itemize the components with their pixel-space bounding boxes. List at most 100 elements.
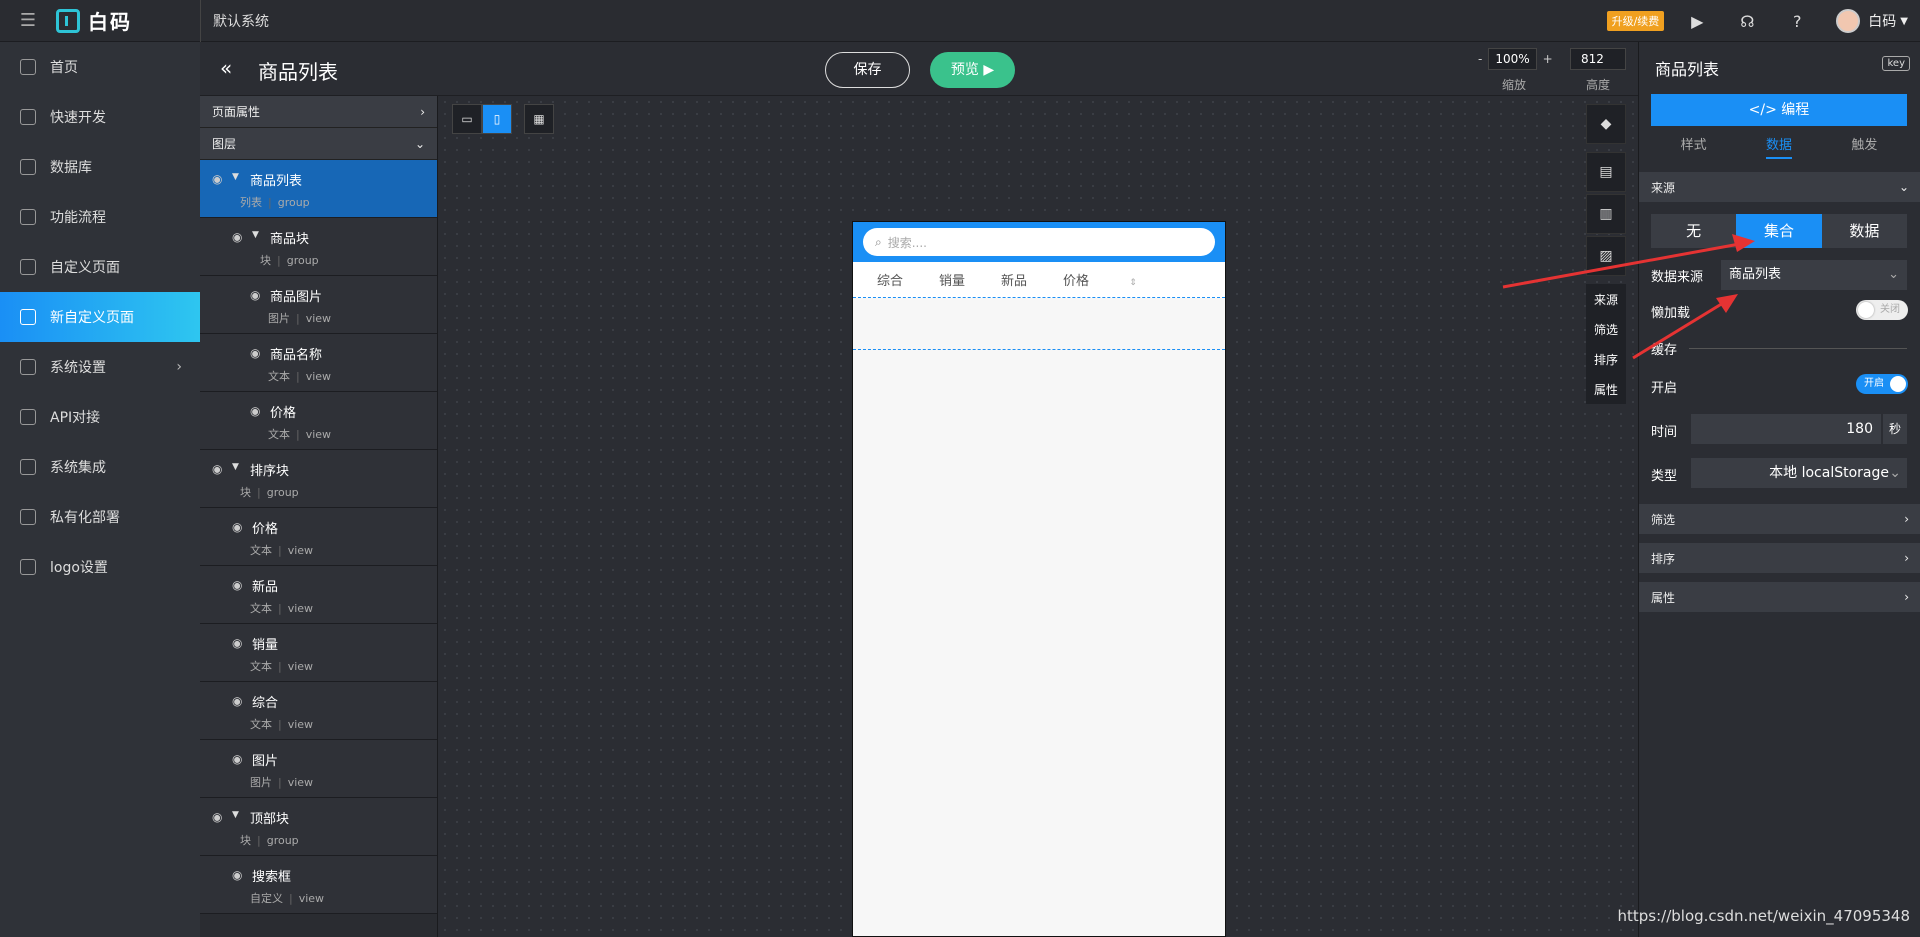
avatar[interactable] [1836, 9, 1861, 33]
eye-icon[interactable]: ◉ [232, 636, 242, 650]
clipboard-icon[interactable]: ▤ [1586, 152, 1626, 192]
filter-tool[interactable]: 筛选 [1586, 314, 1626, 344]
help-icon[interactable]: ? [1786, 10, 1808, 32]
eye-icon[interactable]: ◉ [232, 578, 242, 592]
segment-collection[interactable]: 集合 [1736, 214, 1822, 248]
eye-icon[interactable]: ◉ [232, 868, 242, 882]
layer-item[interactable]: ◉ ▼ 排序块块 | group [200, 450, 437, 508]
layout-icon[interactable]: ▥ [1586, 194, 1626, 234]
layers-header[interactable]: 图层 ⌄ [200, 128, 437, 160]
layer-item[interactable]: ◉ 综合 文本 | view [200, 682, 437, 740]
phone-top-block: ⌕ 搜索.... [853, 222, 1225, 262]
sidebar-item-custom-page[interactable]: 自定义页面 [0, 242, 200, 292]
expand-caret-icon[interactable]: ▼ [232, 462, 239, 472]
eye-icon[interactable]: ◉ [212, 810, 222, 824]
attr-section-header[interactable]: 属性 › [1639, 582, 1920, 612]
layer-item[interactable]: ◉ ▼ 顶部块块 | group [200, 798, 437, 856]
sidebar-item-api[interactable]: API对接 [0, 392, 200, 442]
menu-toggle-icon[interactable]: ☰ [0, 0, 56, 42]
sort-section-header[interactable]: 排序 › [1639, 543, 1920, 573]
source-tool[interactable]: 来源 [1586, 284, 1626, 314]
new-page-icon [20, 309, 36, 325]
eye-icon[interactable]: ◉ [232, 230, 242, 244]
eye-icon[interactable]: ◉ [250, 288, 260, 302]
layer-item[interactable]: ◉ 搜索框 自定义 | view [200, 856, 437, 914]
product-list-block[interactable] [853, 298, 1225, 350]
mobile-icon[interactable]: ▯ [482, 104, 512, 134]
layer-item[interactable]: ◉ ▼ 商品块块 | group [200, 218, 437, 276]
phone-preview[interactable]: ⌕ 搜索.... 综合 销量 新品 价格 ⇕ [852, 221, 1226, 937]
cache-enable-toggle[interactable]: 开启 [1856, 374, 1908, 394]
eye-icon[interactable]: ◉ [250, 404, 260, 418]
layer-item[interactable]: ◉ ▼ 商品列表 列表 | group [200, 160, 437, 218]
tab-trigger[interactable]: 触发 [1851, 134, 1877, 159]
preview-button[interactable]: 预览 ▶ [930, 52, 1015, 88]
image-icon[interactable]: ▨ [1586, 236, 1626, 276]
height-input[interactable]: 812 [1570, 48, 1626, 70]
expand-caret-icon[interactable]: ▼ [252, 230, 259, 240]
tab-data[interactable]: 数据 [1765, 134, 1792, 159]
sidebar-item-system-settings[interactable]: 系统设置 › [0, 342, 200, 392]
support-icon[interactable]: ☊ [1736, 10, 1758, 32]
sidebar-item-logo-settings[interactable]: logo设置 [0, 542, 200, 592]
layers-panel: 页面属性 › 图层 ⌄ ◉ ▼ 商品列表 列表 | group ◉ ▼ 商品块块 | group ◉ 商品图… [200, 96, 438, 937]
layer-item[interactable]: ◉ 价格 文本 | view [200, 392, 437, 450]
layer-item[interactable]: ◉ 图片 图片 | view [200, 740, 437, 798]
sidebar-item-private-deploy[interactable]: 私有化部署 [0, 492, 200, 542]
user-caret-icon[interactable]: ▼ [1900, 16, 1908, 27]
layer-item[interactable]: ◉ 商品图片 图片 | view [200, 276, 437, 334]
cache-time-input[interactable]: 180 [1691, 414, 1881, 444]
eye-icon[interactable]: ◉ [212, 172, 222, 186]
tab-style[interactable]: 样式 [1681, 134, 1707, 159]
datasource-select[interactable]: 商品列表 ⌄ [1721, 260, 1907, 290]
eye-icon[interactable]: ◉ [232, 520, 242, 534]
layer-item[interactable]: ◉ 价格 文本 | view [200, 508, 437, 566]
upgrade-button[interactable]: 升级/续费 [1606, 11, 1665, 31]
layer-kind: group [266, 486, 299, 499]
expand-caret-icon[interactable]: ▼ [232, 172, 239, 182]
eye-icon[interactable]: ◉ [212, 462, 222, 476]
sort-tool[interactable]: 排序 [1586, 344, 1626, 374]
system-name[interactable]: 默认系统 [213, 11, 269, 31]
eye-icon[interactable]: ◉ [232, 752, 242, 766]
layer-item[interactable]: ◉ 商品名称 文本 | view [200, 334, 437, 392]
zoom-value[interactable]: 100% [1488, 48, 1537, 70]
zoom-in-button[interactable]: + [1543, 52, 1553, 66]
page-props-header[interactable]: 页面属性 › [200, 96, 437, 128]
desktop-icon[interactable]: ▭ [452, 104, 482, 134]
sidebar-item-integration[interactable]: 系统集成 [0, 442, 200, 492]
user-name[interactable]: 白码 [1868, 11, 1896, 31]
tab-sales[interactable]: 销量 [939, 270, 965, 289]
sidebar-item-database[interactable]: 数据库 [0, 142, 200, 192]
expand-caret-icon[interactable]: ▼ [232, 810, 239, 820]
grid-icon[interactable]: ▦ [524, 104, 554, 134]
save-button[interactable]: 保存 [825, 52, 910, 88]
source-section-header[interactable]: 来源 ⌄ [1639, 172, 1920, 202]
components-icon[interactable]: ◆ [1586, 104, 1626, 144]
segment-data[interactable]: 数据 [1822, 214, 1907, 248]
layer-item[interactable]: ◉ 新品 文本 | view [200, 566, 437, 624]
sidebar-item-home[interactable]: 首页 [0, 42, 200, 92]
cache-type-select[interactable]: 本地 localStorage ⌄ [1691, 458, 1907, 488]
play-icon[interactable]: ▶ [1686, 10, 1708, 32]
tab-price[interactable]: 价格 ⇕ [1063, 270, 1173, 289]
zoom-out-button[interactable]: - [1478, 52, 1482, 66]
tab-overall[interactable]: 综合 [877, 270, 903, 289]
collapse-back-icon[interactable]: « [220, 56, 232, 80]
code-button[interactable]: </> 编程 [1651, 94, 1907, 126]
sidebar-item-quick-dev[interactable]: 快速开发 [0, 92, 200, 142]
eye-icon[interactable]: ◉ [250, 346, 260, 360]
phone-search-input[interactable]: ⌕ 搜索.... [863, 228, 1215, 256]
layer-kind: group [266, 834, 299, 847]
layer-item[interactable]: ◉ 销量 文本 | view [200, 624, 437, 682]
segment-none[interactable]: 无 [1651, 214, 1736, 248]
sidebar-item-new-custom-page[interactable]: 新自定义页面 [0, 292, 200, 342]
attr-tool[interactable]: 属性 [1586, 374, 1626, 404]
lazy-load-toggle[interactable]: 关闭 [1856, 300, 1908, 320]
layer-separator: | [278, 544, 282, 557]
filter-section-header[interactable]: 筛选 › [1639, 504, 1920, 534]
tab-new[interactable]: 新品 [1001, 270, 1027, 289]
eye-icon[interactable]: ◉ [232, 694, 242, 708]
sidebar-item-flow[interactable]: 功能流程 [0, 192, 200, 242]
key-button[interactable]: key [1882, 56, 1910, 71]
